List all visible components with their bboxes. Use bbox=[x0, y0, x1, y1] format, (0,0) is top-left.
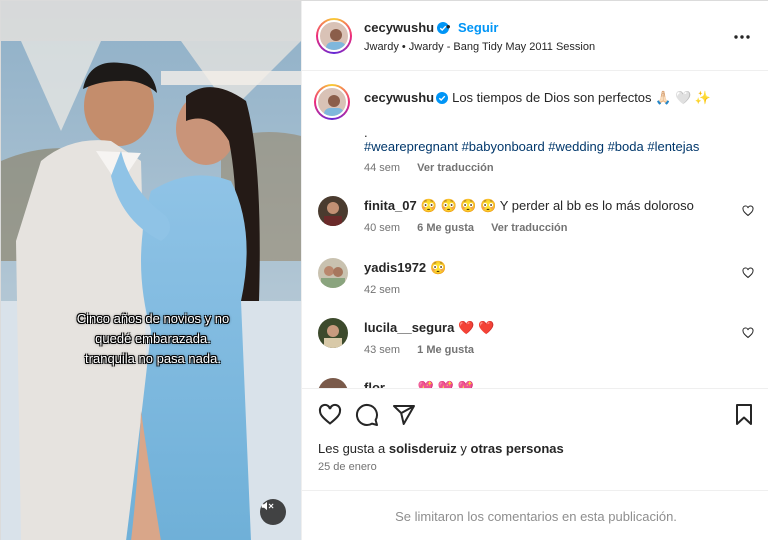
comment-username[interactable]: yadis1972 bbox=[364, 260, 426, 275]
caption-meta: 44 sem Ver traducción bbox=[364, 162, 508, 174]
comment-likes[interactable]: 1 Me gusta bbox=[417, 344, 474, 356]
comment-item: lucila__segura ❤️ ❤️ 43 sem 1 Me gusta bbox=[302, 318, 768, 368]
like-heart-icon[interactable] bbox=[318, 403, 342, 427]
commenter-avatar[interactable] bbox=[318, 196, 348, 226]
comment-text: lucila__segura ❤️ ❤️ bbox=[364, 319, 734, 337]
comment-body: ❤️ ❤️ bbox=[458, 320, 495, 335]
audio-attribution[interactable]: Jwardy • Jwardy - Bang Tidy May 2011 Ses… bbox=[364, 41, 595, 53]
mute-button[interactable] bbox=[260, 499, 286, 525]
post-date[interactable]: 25 de enero bbox=[318, 461, 377, 473]
post-header: cecywushu • Seguir Jwardy • Jwardy - Ban… bbox=[302, 1, 768, 71]
like-comment-heart-icon[interactable] bbox=[742, 327, 754, 339]
overlay-line: tranquila no pasa nada. bbox=[85, 351, 221, 366]
comment-item: flor____ 💖 💖 💖 bbox=[302, 378, 768, 388]
comment-text: flor____ 💖 💖 💖 bbox=[364, 379, 734, 388]
overlay-line: Cinco años de novios y no bbox=[76, 311, 230, 326]
comment-item: yadis1972 😳 42 sem bbox=[302, 258, 768, 308]
comment-body: 😳 bbox=[430, 260, 447, 275]
comment-item: finita_07 😳 😳 😳 😳 Y perder al bb es lo má… bbox=[302, 196, 768, 246]
caption-avatar[interactable] bbox=[314, 84, 350, 120]
share-paper-plane-icon[interactable] bbox=[392, 403, 416, 427]
comment-username[interactable]: flor____ bbox=[364, 380, 414, 388]
post-dialog: Cinco años de novios y no quedé embaraza… bbox=[0, 0, 768, 540]
commenter-avatar[interactable] bbox=[318, 258, 348, 288]
comment-body: 😳 😳 😳 😳 Y perder al bb es lo más doloros… bbox=[420, 198, 694, 213]
commenter-avatar[interactable] bbox=[318, 378, 348, 388]
overlay-line: quedé embarazada. bbox=[95, 331, 211, 346]
comments-list[interactable]: cecywushu Los tiempos de Dios son perfect… bbox=[302, 72, 768, 388]
like-comment-heart-icon[interactable] bbox=[742, 205, 754, 217]
post-caption: cecywushu Los tiempos de Dios son perfect… bbox=[302, 84, 768, 184]
save-bookmark-icon[interactable] bbox=[732, 403, 756, 427]
comment-meta: 40 sem 6 Me gusta Ver traducción bbox=[364, 222, 581, 234]
likes-prefix: Les gusta a bbox=[318, 441, 386, 456]
comment-time[interactable]: 43 sem bbox=[364, 344, 400, 356]
post-actions: Les gusta a solisderuiz y otras personas… bbox=[302, 388, 768, 491]
liked-by-user-link[interactable]: solisderuiz bbox=[389, 441, 457, 456]
comment-translate-link[interactable]: Ver traducción bbox=[491, 222, 567, 234]
comment-likes[interactable]: 6 Me gusta bbox=[417, 222, 474, 234]
caption-body: Los tiempos de Dios son perfectos 🙏🏻 🤍 ✨ bbox=[452, 90, 711, 105]
comment-username[interactable]: lucila__segura bbox=[364, 320, 454, 335]
speaker-muted-icon bbox=[261, 501, 274, 511]
comment-meta: 42 sem bbox=[364, 284, 414, 296]
comment-text: yadis1972 😳 bbox=[364, 259, 734, 277]
commenter-avatar[interactable] bbox=[318, 318, 348, 348]
video-text-overlay: Cinco años de novios y no quedé embaraza… bbox=[53, 309, 253, 369]
comment-body: 💖 💖 💖 bbox=[417, 380, 474, 388]
others-link[interactable]: otras personas bbox=[471, 441, 564, 456]
caption-translate-link[interactable]: Ver traducción bbox=[417, 162, 493, 174]
follow-button[interactable]: Seguir bbox=[458, 20, 498, 35]
author-username-text[interactable]: cecywushu bbox=[364, 20, 434, 35]
caption-username[interactable]: cecywushu bbox=[364, 90, 434, 105]
comment-time[interactable]: 42 sem bbox=[364, 284, 400, 296]
like-comment-heart-icon[interactable] bbox=[742, 267, 754, 279]
comment-time[interactable]: 40 sem bbox=[364, 222, 400, 234]
comment-bubble-icon[interactable] bbox=[355, 403, 379, 427]
comment-meta: 43 sem 1 Me gusta bbox=[364, 344, 488, 356]
author-username[interactable]: cecywushu bbox=[364, 20, 450, 35]
caption-text: cecywushu Los tiempos de Dios son perfect… bbox=[364, 89, 734, 107]
likes-summary: Les gusta a solisderuiz y otras personas bbox=[318, 441, 564, 456]
post-details-panel: cecywushu • Seguir Jwardy • Jwardy - Ban… bbox=[301, 1, 768, 540]
author-avatar[interactable] bbox=[316, 18, 352, 54]
post-video[interactable]: Cinco años de novios y no quedé embaraza… bbox=[1, 1, 301, 540]
caption-hashtags[interactable]: #wearepregnant #babyonboard #wedding #bo… bbox=[364, 138, 734, 156]
verified-badge-icon bbox=[436, 92, 449, 104]
comments-limited-notice: Se limitaron los comentarios en esta pub… bbox=[302, 490, 768, 540]
comment-username[interactable]: finita_07 bbox=[364, 198, 417, 213]
caption-time[interactable]: 44 sem bbox=[364, 162, 400, 174]
separator-dot: • bbox=[446, 19, 451, 34]
comment-text: finita_07 😳 😳 😳 😳 Y perder al bb es lo má… bbox=[364, 197, 734, 215]
likes-mid: y bbox=[460, 441, 467, 456]
more-options-icon[interactable] bbox=[732, 27, 752, 47]
video-frame-illustration bbox=[1, 1, 301, 540]
